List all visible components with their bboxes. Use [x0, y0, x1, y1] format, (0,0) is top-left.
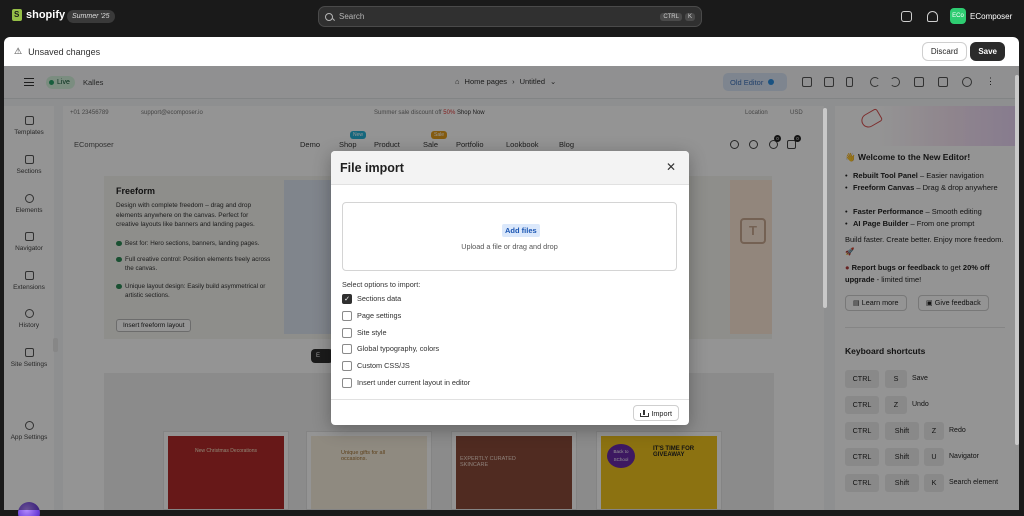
option-sections-data[interactable]: ✓ Sections data [342, 293, 401, 304]
account-name: EComposer [970, 11, 1013, 21]
discard-button[interactable]: Discard [921, 42, 967, 61]
edition-badge: Summer '25 [67, 10, 115, 23]
shopify-bag-icon [12, 9, 22, 21]
import-button[interactable]: Import [633, 405, 679, 421]
option-site-style[interactable]: Site style [342, 327, 387, 338]
option-label: Custom CSS/JS [357, 361, 410, 370]
add-files-button[interactable]: Add files [502, 224, 540, 237]
search-input[interactable]: Search CTRL K [318, 6, 702, 27]
option-page-settings[interactable]: Page settings [342, 310, 401, 321]
option-custom-css-js[interactable]: Custom CSS/JS [342, 360, 410, 371]
account-menu[interactable]: ECo EComposer [950, 8, 1012, 24]
dialog-footer: Import [331, 399, 689, 425]
shortcut-key-k: K [684, 12, 695, 21]
option-label: Site style [357, 328, 387, 337]
checkbox[interactable] [342, 327, 352, 338]
option-label: Sections data [357, 294, 402, 303]
shopify-logo[interactable]: shopify [12, 9, 65, 21]
option-label: Page settings [357, 311, 402, 320]
avatar: ECo [950, 8, 966, 24]
bell-icon[interactable] [927, 11, 938, 22]
option-global-typography[interactable]: Global typography, colors [342, 343, 439, 354]
canvas-scrollbar[interactable] [823, 108, 827, 308]
shortcut-key-ctrl: CTRL [660, 12, 682, 21]
warning-icon: ⚠ [14, 46, 23, 56]
search-placeholder: Search [339, 12, 365, 21]
import-label: Import [651, 408, 672, 418]
close-icon[interactable]: ✕ [666, 160, 676, 174]
download-icon [640, 409, 650, 417]
dialog-title: File import [340, 161, 404, 175]
unsaved-changes-bar: ⚠ Unsaved changes Discard Save [4, 37, 1019, 66]
option-label: Global typography, colors [357, 344, 440, 353]
file-dropzone[interactable]: Add files Upload a file or drag and drop [342, 202, 677, 271]
store-icon[interactable] [901, 11, 912, 22]
dropzone-hint: Upload a file or drag and drop [461, 242, 558, 251]
panel-scrollbar[interactable] [1015, 75, 1019, 445]
checkbox[interactable] [342, 310, 352, 321]
admin-topbar: shopify Summer '25 Search CTRL K ECo ECo… [0, 0, 1024, 33]
checkbox[interactable] [342, 343, 352, 354]
option-label: Insert under current layout in editor [357, 378, 471, 387]
checkbox[interactable] [342, 360, 352, 371]
save-button[interactable]: Save [970, 42, 1005, 61]
brand-name: shopify [26, 9, 66, 21]
options-label: Select options to import: [342, 280, 421, 289]
search-icon [325, 12, 333, 21]
dialog-header: File import ✕ [331, 151, 689, 185]
checkbox[interactable] [342, 377, 352, 388]
file-import-dialog: File import ✕ Add files Upload a file or… [331, 151, 689, 425]
unsaved-message: Unsaved changes [28, 46, 101, 57]
option-insert-under-layout[interactable]: Insert under current layout in editor [342, 377, 470, 388]
checkbox-checked[interactable]: ✓ [342, 293, 352, 304]
